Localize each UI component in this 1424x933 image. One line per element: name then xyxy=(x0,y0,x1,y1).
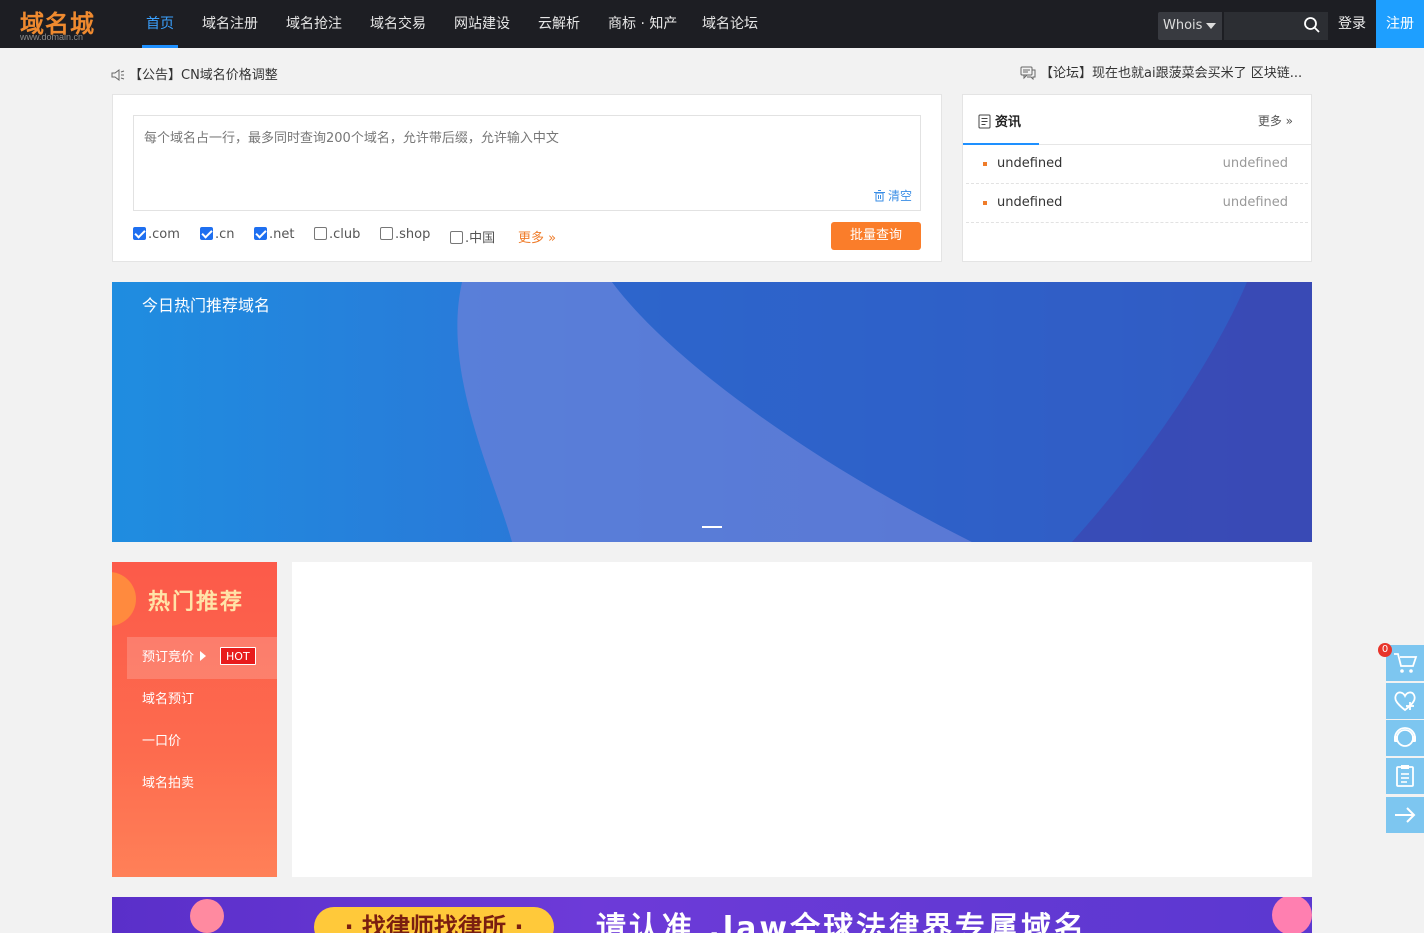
checkbox-unchecked[interactable] xyxy=(450,231,463,244)
nav-home[interactable]: 首页 xyxy=(146,0,174,48)
tld-label: .net xyxy=(269,227,295,242)
decor-balloon xyxy=(1272,897,1312,933)
news-item-title[interactable]: undefined xyxy=(997,156,1062,171)
bullet-icon xyxy=(983,201,987,205)
support-icon xyxy=(1394,727,1416,747)
news-item-date: undefined xyxy=(1222,156,1288,171)
hot-menu-fixed-price[interactable]: 一口价 xyxy=(127,721,277,763)
hot-recommend-title: 热门推荐 xyxy=(148,590,245,615)
ad-pill-text: · 找律师找律所 · xyxy=(314,907,554,933)
news-item-title[interactable]: undefined xyxy=(997,195,1062,210)
top-nav-bar: 域名城 www.domain.cn 首页 域名注册 域名抢注 域名交易 网站建设… xyxy=(0,0,1424,48)
news-tab[interactable]: 资讯 xyxy=(978,111,1021,130)
forum-notice[interactable]: 【论坛】现在也就ai跟菠菜会买米了 区块链... xyxy=(1020,62,1302,81)
news-panel: 资讯 更多 » undefined undefined undefined un… xyxy=(962,94,1312,262)
hot-menu-domain-auction[interactable]: 域名拍卖 xyxy=(127,763,277,805)
checkbox-checked[interactable] xyxy=(133,227,146,240)
nav-website-build[interactable]: 网站建设 xyxy=(454,0,510,48)
news-title: 资讯 xyxy=(995,115,1022,130)
login-link[interactable]: 登录 xyxy=(1338,0,1366,48)
cart-icon xyxy=(1394,653,1418,673)
more-tlds-link[interactable]: 更多 » xyxy=(518,227,556,246)
batch-query-button[interactable]: 批量查询 xyxy=(831,222,921,250)
tld-label: .club xyxy=(329,227,361,242)
tld-label: .shop xyxy=(395,227,431,242)
forum-notice-text: 【论坛】现在也就ai跟菠菜会买米了 区块链... xyxy=(1040,66,1303,81)
trash-icon xyxy=(873,190,885,202)
logo-url: www.domain.cn xyxy=(20,32,84,42)
clear-button[interactable]: 清空 xyxy=(873,187,912,204)
favorite-icon xyxy=(1394,691,1416,712)
double-chevron-right-icon: » xyxy=(548,231,557,246)
news-item-date: undefined xyxy=(1222,195,1288,210)
double-chevron-right-icon: » xyxy=(1285,114,1293,128)
announcement-text: 【公告】CN域名价格调整 xyxy=(129,68,278,83)
news-more-label: 更多 xyxy=(1257,114,1282,128)
banner-title: 今日热门推荐域名 xyxy=(142,296,271,315)
hot-recommend-sidebar: 热门推荐 预订竞价 HOT 域名预订 一口价 域名拍卖 xyxy=(112,562,277,877)
news-more-link[interactable]: 更多 » xyxy=(1258,112,1293,129)
hot-badge: HOT xyxy=(220,647,256,665)
tld-label: .cn xyxy=(215,227,235,242)
checkbox-unchecked[interactable] xyxy=(314,227,327,240)
tld-label: .com xyxy=(148,227,180,242)
cart-count-badge: 0 xyxy=(1378,643,1392,657)
tld-checkbox-club[interactable]: .club xyxy=(314,227,360,242)
nav-cloud-dns[interactable]: 云解析 xyxy=(538,0,580,48)
checkbox-checked[interactable] xyxy=(254,227,267,240)
nav-domain-snap[interactable]: 域名抢注 xyxy=(286,0,342,48)
nav-trademark[interactable]: 商标 · 知产 xyxy=(608,0,677,48)
batch-query-panel: 清空 .com .cn .net .club .shop .中国 更多 » 批量… xyxy=(112,94,942,262)
tld-label: .中国 xyxy=(465,231,496,246)
clear-label: 清空 xyxy=(887,189,912,203)
domain-query-textarea[interactable] xyxy=(134,116,920,210)
checkbox-checked[interactable] xyxy=(200,227,213,240)
hot-domains-banner[interactable]: 今日热门推荐域名 xyxy=(112,282,1312,542)
speaker-icon xyxy=(111,69,125,81)
checkbox-unchecked[interactable] xyxy=(380,227,393,240)
side-favorite-button[interactable] xyxy=(1386,683,1424,719)
decor-balloon xyxy=(190,899,224,933)
news-header: 资讯 更多 » xyxy=(963,95,1311,145)
nav-forum[interactable]: 域名论坛 xyxy=(702,0,758,48)
more-tlds-label: 更多 xyxy=(518,231,545,246)
carousel-indicator[interactable] xyxy=(702,526,722,528)
banner-decoration xyxy=(457,282,1312,542)
tld-checkbox-cn[interactable]: .cn xyxy=(200,227,235,242)
side-goto-button[interactable] xyxy=(1386,797,1424,833)
triangle-right-icon xyxy=(200,651,207,661)
whois-select[interactable]: Whois xyxy=(1158,12,1222,40)
site-logo[interactable]: 域名城 www.domain.cn xyxy=(18,4,108,44)
document-icon xyxy=(978,114,991,129)
tld-checkbox-zhongguo[interactable]: .中国 xyxy=(450,227,495,246)
announcement-notice[interactable]: 【公告】CN域名价格调整 xyxy=(111,64,278,83)
decor-circle xyxy=(112,572,136,626)
nav-active-indicator xyxy=(142,45,178,48)
ad-headline: 请认准 .law全球法律界专属域名 xyxy=(596,911,1088,933)
hot-menu-domain-preorder[interactable]: 域名预订 xyxy=(127,679,277,721)
caret-down-icon xyxy=(1206,23,1216,29)
clipboard-icon xyxy=(1396,765,1414,787)
hot-content-panel xyxy=(292,562,1312,877)
side-support-button[interactable] xyxy=(1386,720,1424,756)
arrow-right-icon xyxy=(1395,807,1416,823)
tld-checkbox-net[interactable]: .net xyxy=(254,227,294,242)
side-order-button[interactable] xyxy=(1386,758,1424,794)
law-domain-ad-banner[interactable]: · 找律师找律所 · 请认准 .law全球法律界专属域名 xyxy=(112,897,1312,933)
nav-domain-register[interactable]: 域名注册 xyxy=(202,0,258,48)
nav-domain-trade[interactable]: 域名交易 xyxy=(370,0,426,48)
tld-checkbox-com[interactable]: .com xyxy=(133,227,180,242)
tld-checkbox-shop[interactable]: .shop xyxy=(380,227,430,242)
hot-menu-label: 预订竞价 xyxy=(142,650,195,665)
query-textarea-wrapper: 清空 xyxy=(133,115,921,211)
news-item[interactable]: undefined undefined xyxy=(966,145,1308,184)
register-button[interactable]: 注册 xyxy=(1376,0,1424,48)
hot-menu-preorder-bidding[interactable]: 预订竞价 HOT xyxy=(127,637,277,679)
bullet-icon xyxy=(983,162,987,166)
whois-select-label: Whois xyxy=(1163,18,1203,33)
chat-icon xyxy=(1020,66,1036,81)
search-icon[interactable] xyxy=(1303,16,1323,36)
news-item[interactable]: undefined undefined xyxy=(966,184,1308,223)
